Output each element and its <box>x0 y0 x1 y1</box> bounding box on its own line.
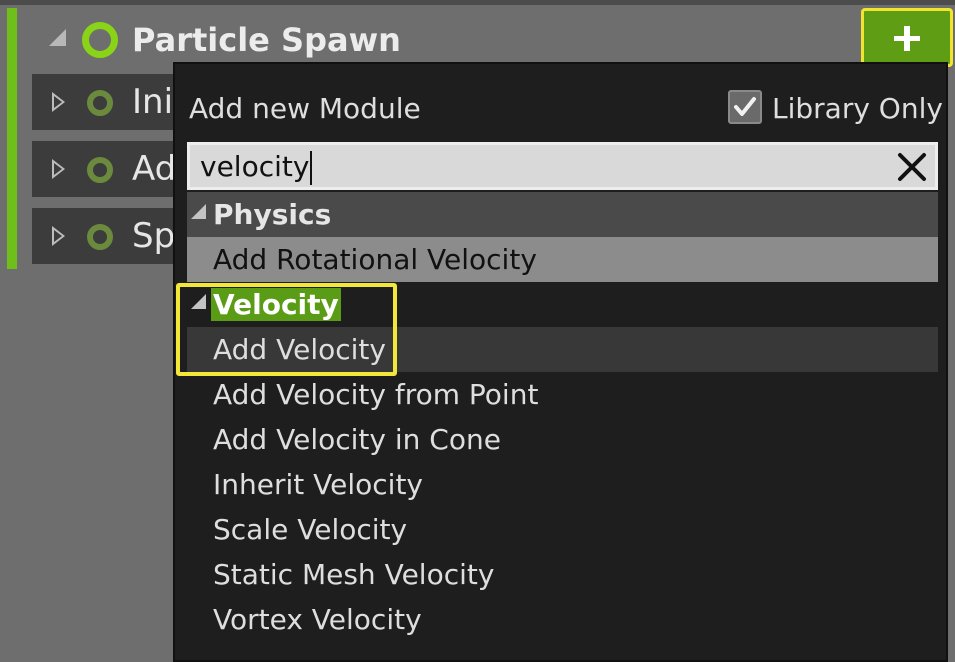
menu-item-add-rotational-velocity[interactable]: Add Rotational Velocity <box>187 237 938 282</box>
menu-item-vortex-velocity[interactable]: Vortex Velocity <box>187 597 938 642</box>
clear-search-icon[interactable] <box>895 150 929 184</box>
category-physics[interactable]: Physics <box>187 192 938 237</box>
collapse-triangle-icon[interactable] <box>49 29 66 46</box>
particle-spawn-title: Particle Spawn <box>132 21 401 59</box>
library-only-checkbox[interactable] <box>728 90 762 124</box>
module-label: Ini <box>132 82 174 122</box>
particle-spawn-header[interactable]: Particle Spawn <box>30 10 870 68</box>
emitter-color-bar <box>7 8 17 269</box>
module-row-spawn[interactable]: Sp <box>32 208 177 264</box>
menu-item-add-velocity-from-point[interactable]: Add Velocity from Point <box>187 372 938 417</box>
menu-item-static-mesh-velocity[interactable]: Static Mesh Velocity <box>187 552 938 597</box>
checkmark-icon <box>734 97 756 116</box>
top-strip <box>0 0 955 5</box>
text-caret <box>310 151 312 185</box>
module-enabled-ring-icon[interactable] <box>87 90 113 116</box>
menu-item-inherit-velocity[interactable]: Inherit Velocity <box>187 462 938 507</box>
library-only-label: Library Only <box>772 92 943 125</box>
category-label: Physics <box>213 198 332 231</box>
collapse-triangle-icon[interactable] <box>191 294 206 309</box>
expand-arrow-icon[interactable] <box>52 226 65 246</box>
module-label: Sp <box>132 216 176 256</box>
menu-item-scale-velocity[interactable]: Scale Velocity <box>187 507 938 552</box>
search-value: velocity <box>200 150 310 183</box>
module-enabled-ring-icon[interactable] <box>82 22 118 58</box>
module-enabled-ring-icon[interactable] <box>87 224 113 250</box>
popup-heading: Add new Module <box>189 92 421 125</box>
category-velocity[interactable]: Velocity <box>187 282 938 327</box>
module-search-input[interactable]: velocity <box>187 142 938 190</box>
expand-arrow-icon[interactable] <box>52 159 65 179</box>
add-module-popup: Add new Module Library Only velocity Phy… <box>173 62 948 662</box>
module-row-initialize[interactable]: Ini <box>32 74 177 130</box>
collapse-triangle-icon[interactable] <box>191 204 206 219</box>
menu-item-add-velocity-in-cone[interactable]: Add Velocity in Cone <box>187 417 938 462</box>
module-enabled-ring-icon[interactable] <box>87 157 113 183</box>
menu-item-add-velocity[interactable]: Add Velocity <box>187 327 938 372</box>
category-label: Velocity <box>211 288 341 321</box>
module-row-add[interactable]: Ad <box>32 141 177 197</box>
expand-arrow-icon[interactable] <box>52 92 65 112</box>
module-label: Ad <box>132 149 177 189</box>
add-module-button[interactable] <box>861 8 953 67</box>
